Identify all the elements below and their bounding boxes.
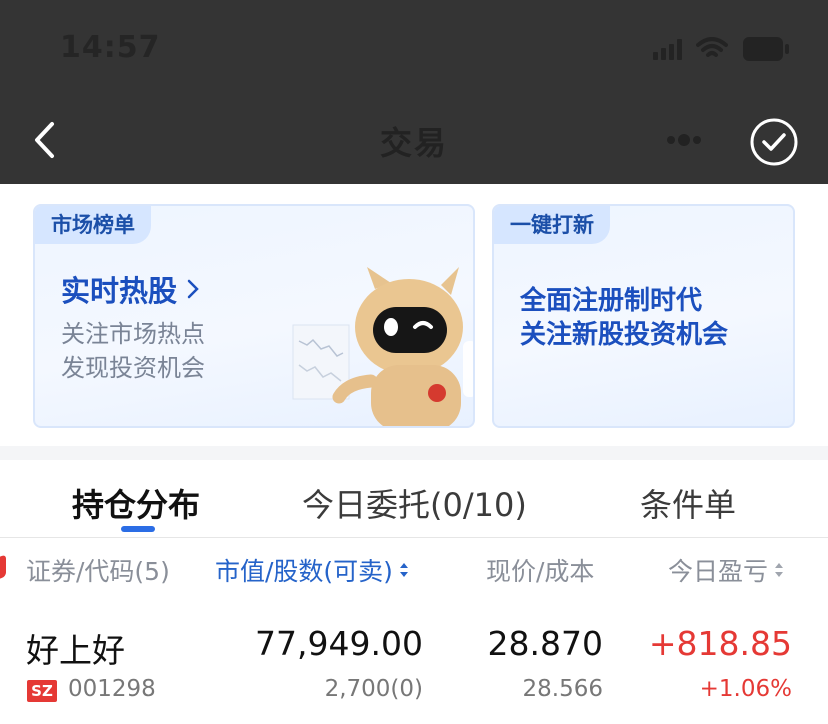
banner-section: 市场榜单 实时热股 关注市场热点 发现投资机会 一键打新 全面注册制时代 关注新… xyxy=(0,184,828,446)
column-today-pnl-label: 今日盈亏 xyxy=(668,557,769,586)
today-pnl: +818.85 xyxy=(648,624,792,663)
signal-icon xyxy=(653,38,682,60)
trade-page: 14:57 交易 市场榜单 实时热股 关注市场热点 发现投资机会 一键打新 全面… xyxy=(0,0,828,724)
exchange-badge: SZ xyxy=(27,680,57,702)
chevron-right-icon xyxy=(187,279,199,299)
column-price-cost-label: 现价/成本 xyxy=(486,557,595,586)
banner-tag: 市场榜单 xyxy=(35,206,151,244)
tab-conditional-orders[interactable]: 条件单 xyxy=(640,480,736,526)
banner-subtitle: 发现投资机会 xyxy=(61,354,205,382)
sort-icon xyxy=(399,563,408,577)
ipo-banner[interactable]: 一键打新 全面注册制时代 关注新股投资机会 xyxy=(492,204,795,428)
shares-available: 2,700(0) xyxy=(324,676,423,702)
column-market-value-label: 市值/股数(可卖) xyxy=(215,557,393,586)
column-security[interactable]: 证券/代码(5) xyxy=(26,552,170,588)
tab-today-orders[interactable]: 今日委托(0/10) xyxy=(302,480,527,526)
banner-title-text: 实时热股 xyxy=(61,274,178,308)
more-icon[interactable] xyxy=(664,130,704,150)
divider xyxy=(0,537,828,538)
stock-code: 001298 xyxy=(68,676,156,702)
banner-title: 实时热股 xyxy=(61,268,201,310)
confirm-icon[interactable] xyxy=(749,117,799,167)
column-security-label: 证券/代码(5) xyxy=(26,557,170,586)
hot-stocks-banner[interactable]: 市场榜单 实时热股 关注市场热点 发现投资机会 xyxy=(33,204,475,428)
holdings-section: 持仓分布 今日委托(0/10) 条件单 证券/代码(5) 市值/股数(可卖) 现… xyxy=(0,460,828,724)
side-marker xyxy=(0,554,6,582)
stock-name: 好上好 xyxy=(26,631,125,670)
battery-icon xyxy=(742,36,790,62)
current-price: 28.870 xyxy=(487,624,603,663)
status-time: 14:57 xyxy=(60,30,161,65)
banner-tag: 一键打新 xyxy=(494,206,610,244)
tab-positions[interactable]: 持仓分布 xyxy=(72,480,200,526)
banner-line: 关注新股投资机会 xyxy=(520,320,729,350)
column-market-value[interactable]: 市值/股数(可卖) xyxy=(215,552,409,588)
cost-price: 28.566 xyxy=(522,676,603,702)
today-pnl-percent: +1.06% xyxy=(699,676,792,702)
status-icons xyxy=(653,36,790,62)
wifi-icon xyxy=(696,37,728,61)
market-value: 77,949.00 xyxy=(255,624,423,663)
banner-line: 全面注册制时代 xyxy=(520,286,703,316)
top-header: 14:57 交易 xyxy=(0,0,828,184)
column-price-cost[interactable]: 现价/成本 xyxy=(486,552,594,588)
mascot-illustration xyxy=(292,267,473,426)
active-tab-indicator xyxy=(121,526,155,532)
sort-icon xyxy=(775,563,784,577)
banner-subtitle: 关注市场热点 xyxy=(61,320,205,348)
column-today-pnl[interactable]: 今日盈亏 xyxy=(668,552,784,588)
